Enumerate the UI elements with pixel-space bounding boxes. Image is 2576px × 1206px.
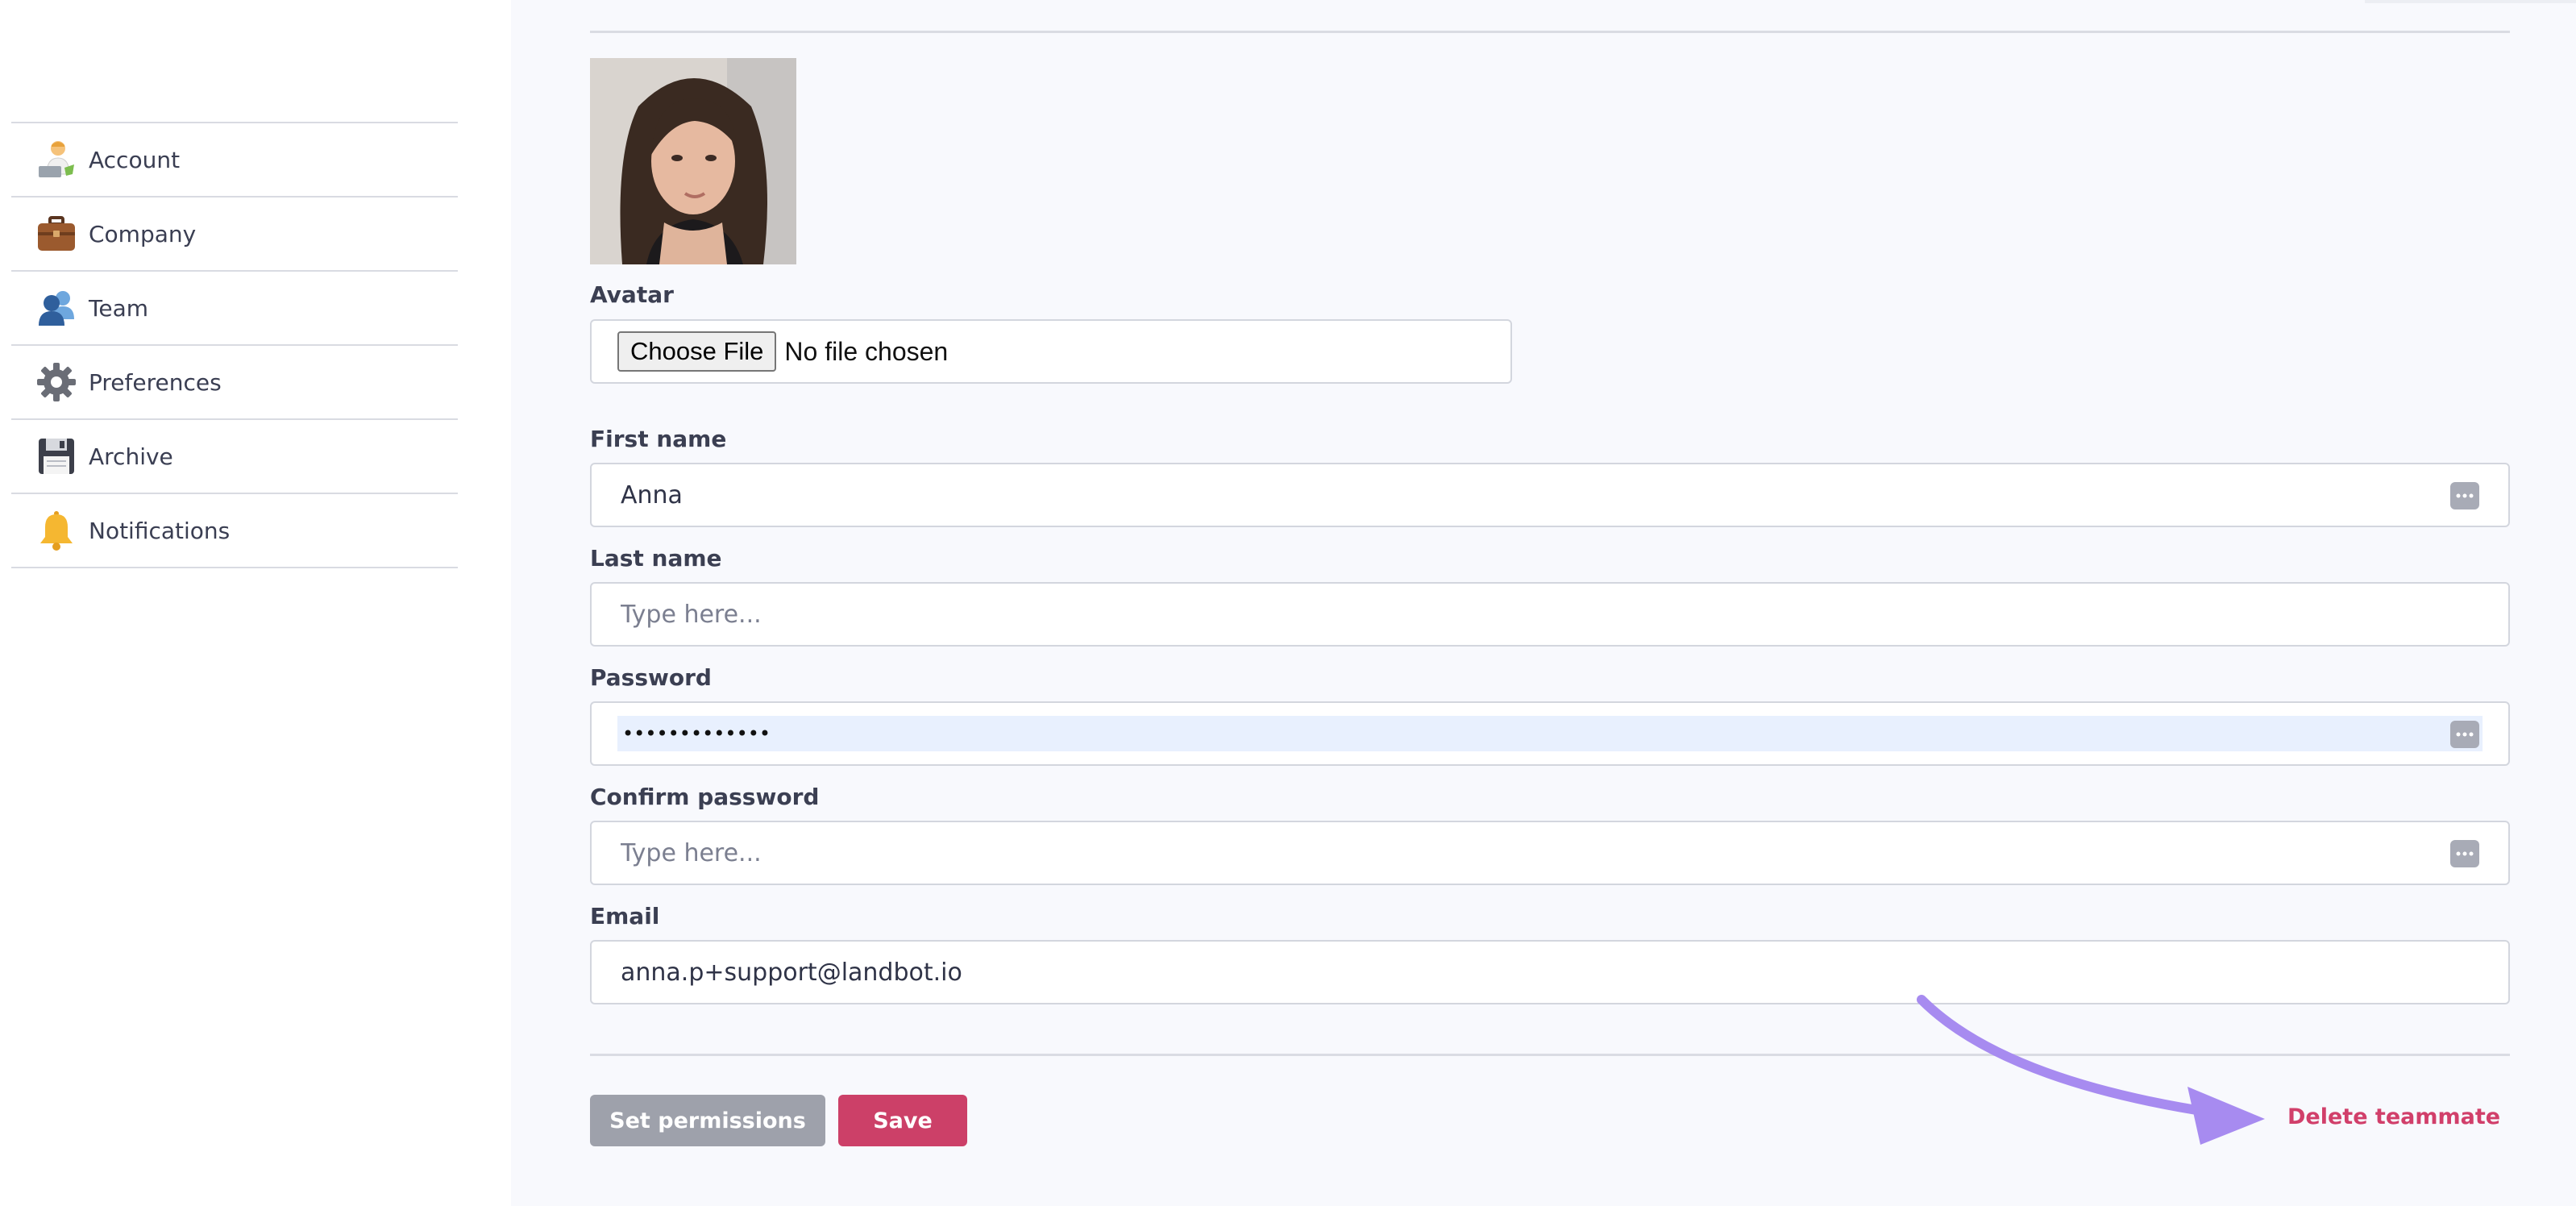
header-edge <box>2365 0 2576 3</box>
sidebar-item-company[interactable]: Company <box>11 198 458 272</box>
delete-teammate-link[interactable]: Delete teammate <box>2287 1104 2500 1129</box>
teammate-form-panel: Avatar Choose File No file chosen First … <box>511 0 2576 1206</box>
avatar-label: Avatar <box>590 281 674 308</box>
sidebar-item-label: Account <box>89 146 181 173</box>
sidebar-item-label: Notifications <box>89 517 231 544</box>
confirm-password-label: Confirm password <box>590 784 820 810</box>
autofill-key-icon[interactable] <box>2450 721 2479 748</box>
top-divider <box>590 31 2510 33</box>
team-icon <box>34 285 79 331</box>
choose-file-button[interactable]: Choose File <box>617 331 777 372</box>
avatar-file-input: Choose File No file chosen <box>590 319 1512 384</box>
sidebar-item-team[interactable]: Team <box>11 272 458 346</box>
sidebar-item-label: Preferences <box>89 368 222 396</box>
settings-sidebar: Account Company Team Preferences Archive… <box>0 0 511 1206</box>
briefcase-icon <box>34 211 79 256</box>
last-name-field-wrapper <box>590 582 2510 647</box>
autofill-key-icon[interactable] <box>2450 840 2479 867</box>
last-name-field[interactable] <box>621 584 2394 645</box>
avatar <box>590 58 796 264</box>
sidebar-item-notifications[interactable]: Notifications <box>11 494 458 568</box>
first-name-field[interactable] <box>621 464 2394 526</box>
floppy-disk-icon <box>34 434 79 479</box>
confirm-password-field-wrapper <box>590 821 2510 885</box>
gear-icon <box>34 360 79 405</box>
account-icon <box>34 137 79 182</box>
sidebar-item-label: Team <box>89 294 149 322</box>
password-field-wrapper[interactable]: ••••••••••••• <box>590 701 2510 766</box>
password-label: Password <box>590 664 712 691</box>
password-field[interactable]: ••••••••••••• <box>622 717 771 750</box>
confirm-password-field[interactable] <box>621 822 2394 884</box>
sidebar-item-archive[interactable]: Archive <box>11 420 458 494</box>
bell-icon <box>34 508 79 553</box>
autofill-highlight <box>617 716 2483 751</box>
last-name-label: Last name <box>590 545 722 572</box>
first-name-label: First name <box>590 426 727 452</box>
autofill-key-icon[interactable] <box>2450 482 2479 509</box>
save-button[interactable]: Save <box>838 1095 967 1146</box>
sidebar-item-account[interactable]: Account <box>11 123 458 198</box>
sidebar-item-label: Company <box>89 220 197 247</box>
email-label: Email <box>590 903 660 929</box>
sidebar-nav: Account Company Team Preferences Archive… <box>11 122 458 568</box>
pointer-arrow-icon <box>1917 995 2265 1145</box>
set-permissions-button[interactable]: Set permissions <box>590 1095 825 1146</box>
sidebar-item-label: Archive <box>89 443 173 470</box>
first-name-field-wrapper <box>590 463 2510 527</box>
file-status: No file chosen <box>784 336 949 366</box>
sidebar-item-preferences[interactable]: Preferences <box>11 346 458 420</box>
